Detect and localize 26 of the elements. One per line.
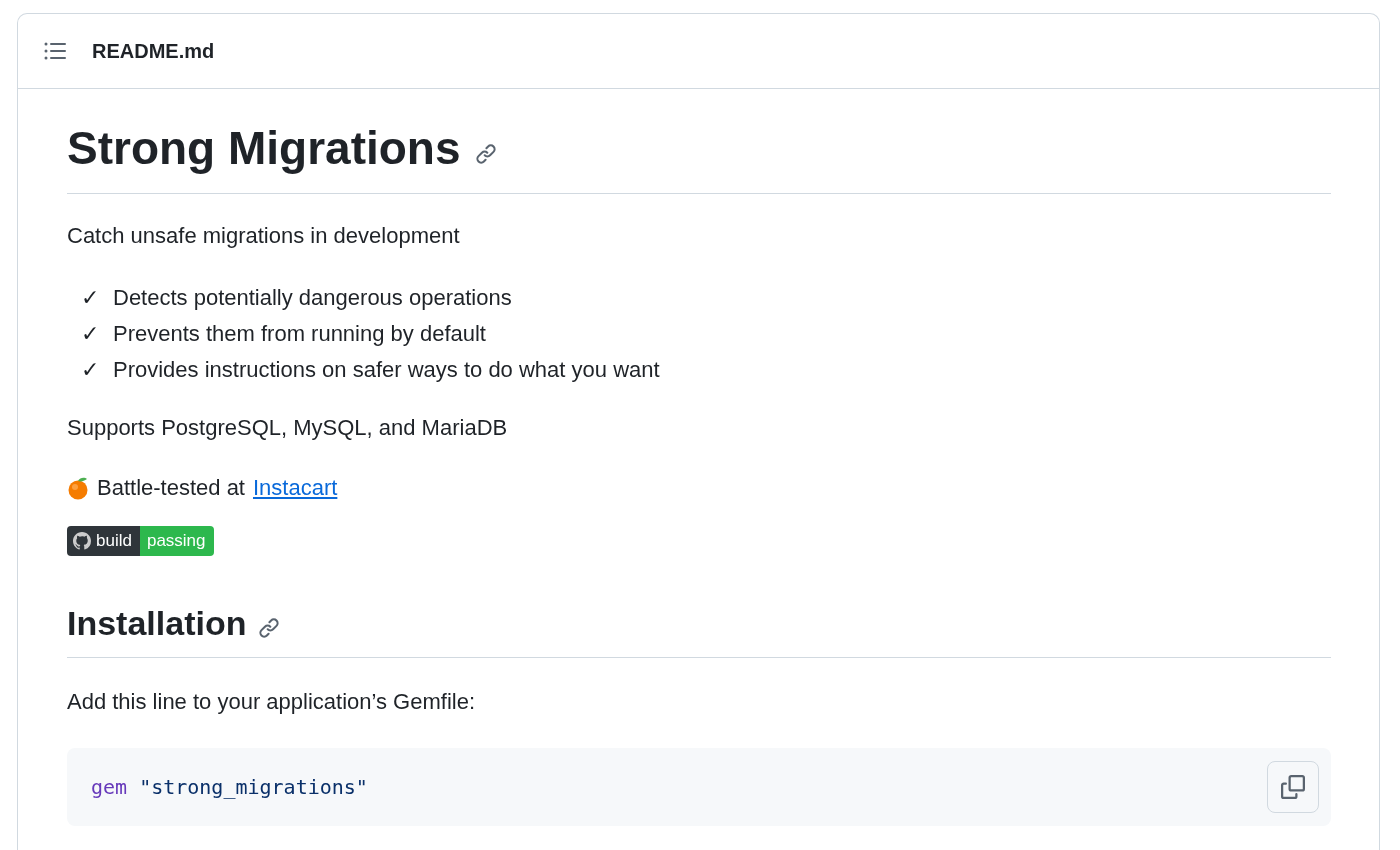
feature-text: Provides instructions on safer ways to do what you want [113, 356, 660, 384]
badge-status: passing [139, 526, 214, 556]
code-keyword: gem [91, 775, 128, 799]
section-heading: Installation [67, 604, 247, 643]
tagline: Catch unsafe migrations in development [67, 222, 461, 250]
list-icon[interactable] [44, 42, 66, 60]
code-string: "strong_migrations" [139, 775, 368, 799]
badge-label: build [96, 531, 132, 551]
link-icon[interactable] [474, 143, 497, 165]
file-name: README.md [92, 39, 215, 63]
check-mark: ✓ [81, 284, 99, 312]
battle-tested-text: Battle-tested at [97, 474, 245, 502]
check-mark: ✓ [81, 356, 99, 384]
octocat-icon [73, 532, 91, 550]
instacart-link[interactable]: Instacart [253, 472, 338, 504]
copy-button[interactable] [1267, 761, 1319, 813]
feature-text: Prevents them from running by default [113, 320, 486, 348]
readme-title: Strong Migrations [67, 121, 461, 175]
fruit-icon [67, 476, 89, 500]
check-mark: ✓ [81, 320, 99, 348]
feature-text: Detects potentially dangerous operations [113, 284, 512, 312]
supports-text: Supports PostgreSQL, MySQL, and MariaDB [67, 414, 509, 442]
link-icon[interactable] [258, 616, 281, 639]
copy-icon [1281, 775, 1305, 799]
build-badge[interactable]: build passing [67, 526, 214, 556]
install-instructions: Add this line to your application’s Gemfile: [67, 688, 477, 716]
